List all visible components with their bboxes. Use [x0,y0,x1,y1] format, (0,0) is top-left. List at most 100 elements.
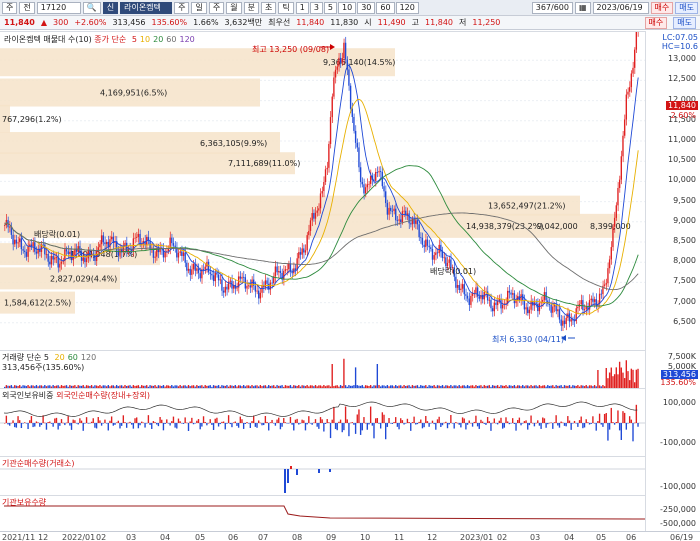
foreign-bar [418,421,420,423]
foreign-bar [486,416,489,423]
candle [99,244,101,248]
foreign-bar [206,423,208,426]
foreign-bar [24,422,26,423]
foreign-bar [172,416,175,423]
counter-field[interactable]: 367/600 [531,1,573,14]
foreign-bar [179,421,181,423]
candle [264,280,267,288]
foreign-panel[interactable]: 외국인보유비중 외국인순매수량(장내+장외) [0,388,645,456]
price-panel[interactable]: 9,366,140(14.5%) 4,169,951(6.5%) 767,296(1… [0,31,645,350]
candle [25,252,28,257]
foreign-tick: 100,000 [662,398,696,407]
candle [490,299,492,309]
candle [304,250,307,253]
ma-period-120: 120 [179,35,195,44]
candle [368,183,370,185]
foreign-bar [633,422,636,424]
period-week-button[interactable]: 주 [174,1,190,14]
volume-bar [630,368,633,388]
period-second-button[interactable]: 초 [260,1,277,14]
foreign-bar [97,417,99,423]
foreign-bar [413,416,415,423]
foreign-bar [72,419,74,423]
volume-bar [620,367,622,388]
candle [548,304,551,305]
foreign-bar [453,423,455,429]
search-icon[interactable]: 🔍 [82,1,101,14]
volume-panel[interactable]: 거래량 단순 5 20 60 120 313,456주(135.60%) [0,350,645,388]
interval-button-3[interactable]: 3 [309,1,323,14]
foreign-bar [222,421,225,423]
candle [239,276,241,279]
candle [328,143,330,168]
candle [274,266,277,277]
candle [555,305,557,312]
period-month-button[interactable]: 월 [226,1,242,14]
foreign-bar [67,416,69,423]
open-price: 11,490 [377,18,406,27]
candle [496,300,499,306]
interval-button-5[interactable]: 5 [323,1,337,14]
interval-button-10[interactable]: 10 [338,1,357,14]
candle [276,266,278,273]
institution-holding-panel[interactable]: 기관보유수량 [0,495,645,531]
ma-period-20: 20 [153,35,164,44]
candle [558,309,561,320]
period-tick-button[interactable]: 틱 [278,1,294,14]
volume-bar [637,368,639,388]
candle [378,171,380,173]
candle [278,271,280,273]
interval-button-60[interactable]: 60 [376,1,395,14]
foreign-bar [572,423,574,424]
foreign-bar [445,421,447,423]
foreign-bar [87,423,89,424]
foreign-bar [435,423,437,430]
candle [515,300,517,304]
candle [618,179,621,188]
foreign-bar [309,423,312,424]
foreign-bar [30,416,33,423]
candle [316,210,318,213]
buy-button[interactable]: 매수 [650,1,674,14]
candle [527,307,529,314]
period-week2-button[interactable]: 주 [208,1,225,14]
market-button[interactable]: 전 [19,1,35,14]
candle [625,94,628,120]
period-minute-button[interactable]: 분 [243,1,259,14]
price-chart[interactable]: 9,366,140(14.5%) 4,169,951(6.5%) 767,296(1… [0,32,645,351]
date-field[interactable]: 2023/06/19 [592,1,649,14]
interval-button-1[interactable]: 1 [295,1,309,14]
foreign-bar [341,423,343,433]
credit-button[interactable]: 신 [102,1,119,14]
foreign-bar [194,423,196,424]
institution-panel[interactable]: 기관순매수량(거래소) [0,456,645,495]
candle [470,295,472,305]
interval-button-120[interactable]: 120 [395,1,419,14]
interval-button-30[interactable]: 30 [357,1,376,14]
foreign-bar [293,423,295,431]
candle [396,220,399,222]
sell-button[interactable]: 매도 [675,1,698,14]
quote-buy-button[interactable]: 매수 [644,16,668,29]
institution-chart[interactable] [0,457,645,496]
period-day-button[interactable]: 일 [191,1,207,14]
foreign-bar [132,423,135,429]
institution-holding-chart[interactable] [0,496,645,532]
foreign-bar [157,423,160,427]
candle [139,233,141,245]
calendar-icon[interactable]: ▦ [574,1,591,14]
volume-chart[interactable] [0,351,645,389]
foreign-bar [49,421,51,423]
quote-sell-button[interactable]: 매도 [673,16,696,29]
candle [390,207,392,211]
foreign-bar [47,422,49,423]
volume-period-60: 60 [67,353,78,362]
candle [366,184,368,188]
foreign-bar [159,417,161,423]
menu-button[interactable]: 주 [2,1,18,14]
date-tick: 02 [96,533,107,541]
foreign-bar [430,423,432,424]
stock-code-input[interactable]: 17120 [36,1,81,14]
candle [294,268,297,271]
candle [356,142,358,148]
